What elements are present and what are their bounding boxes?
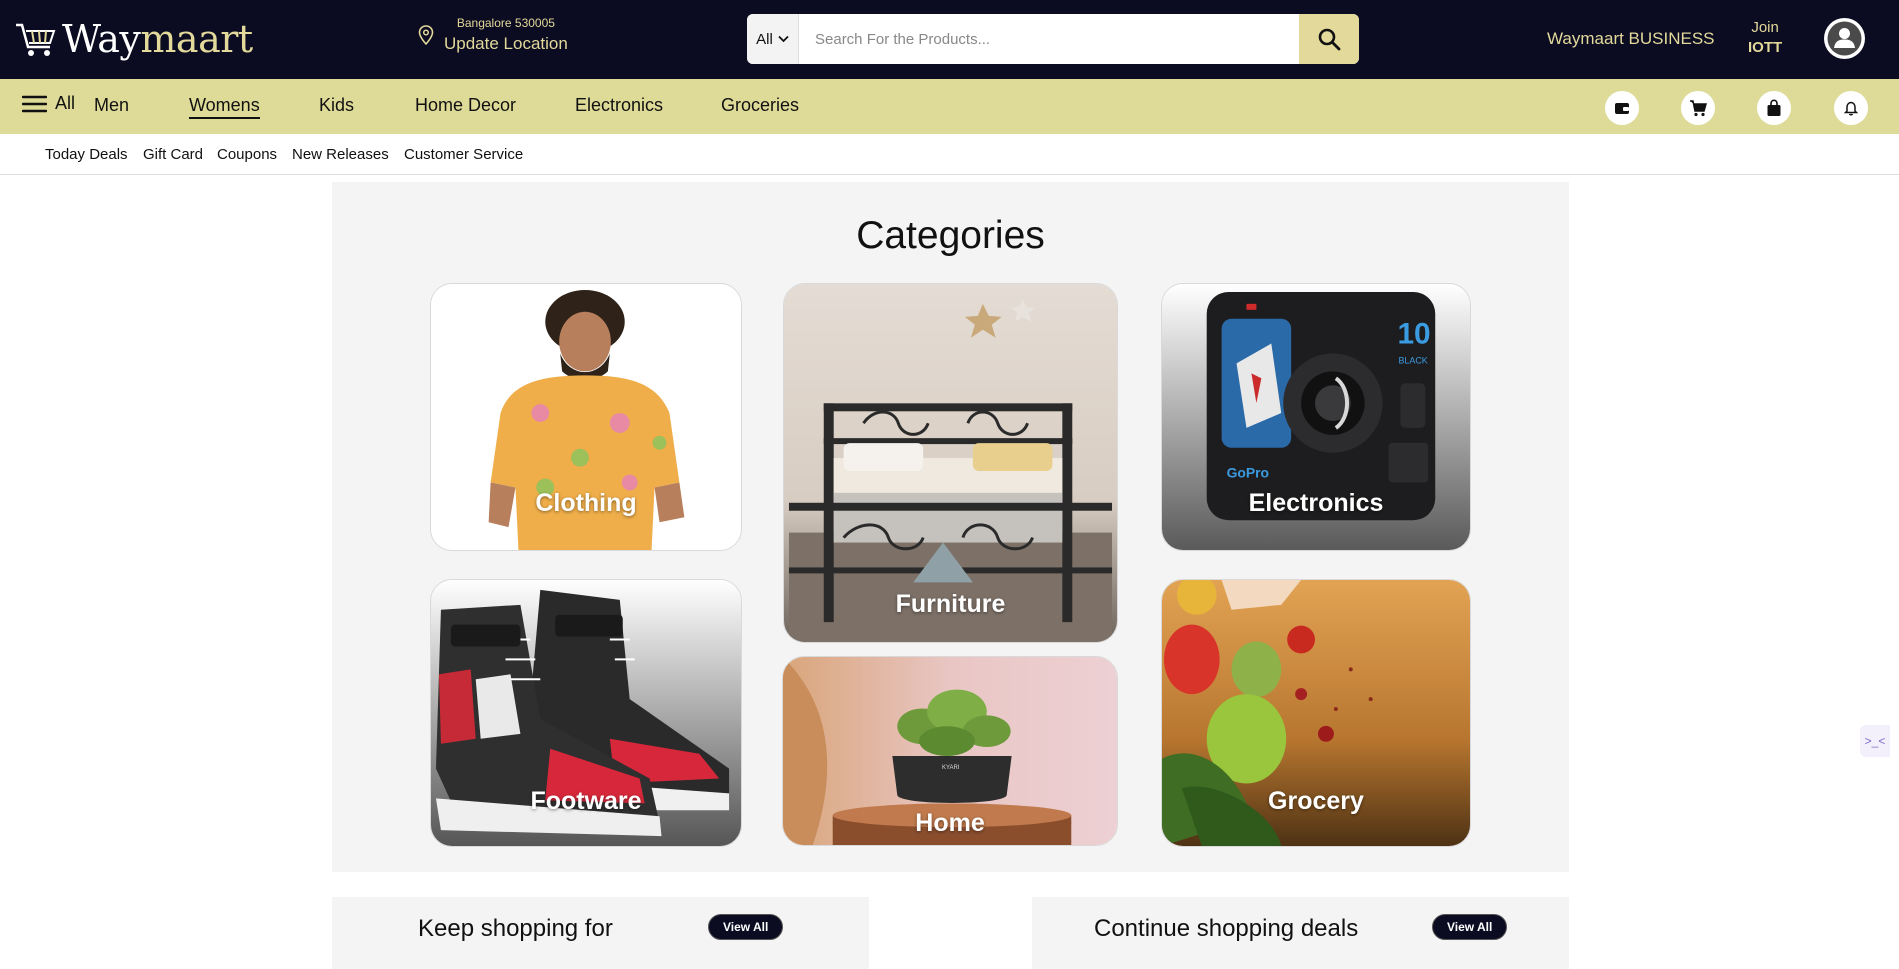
- category-label-grocery: Grocery: [1268, 787, 1364, 815]
- location-selector[interactable]: Bangalore 530005 Update Location: [418, 16, 568, 54]
- category-tile-home[interactable]: KYARI Home: [782, 656, 1118, 846]
- continue-shopping-section: Continue shopping deals View All: [1032, 897, 1569, 969]
- bag-button[interactable]: [1757, 91, 1791, 125]
- bell-icon: [1844, 101, 1858, 116]
- category-label-furniture: Furniture: [895, 590, 1006, 618]
- continue-shopping-view-all-button[interactable]: View All: [1432, 914, 1508, 940]
- nav-item-men[interactable]: Men: [94, 95, 129, 116]
- cart-button[interactable]: [1681, 91, 1715, 125]
- keep-shopping-view-all-button[interactable]: View All: [708, 914, 784, 940]
- subnav-coupons[interactable]: Coupons: [217, 146, 277, 163]
- logo[interactable]: Waymaart: [14, 14, 253, 64]
- subnav-gift-card[interactable]: Gift Card: [143, 146, 203, 163]
- category-tile-electronics[interactable]: 10 BLACK GoPro Electronics: [1161, 283, 1471, 551]
- notifications-button[interactable]: [1834, 91, 1868, 125]
- location-address: Bangalore 530005: [456, 16, 555, 30]
- cart-icon: [1690, 99, 1707, 116]
- keep-shopping-title: Keep shopping for: [418, 915, 613, 942]
- bag-icon: [1767, 99, 1781, 116]
- continue-shopping-title: Continue shopping deals: [1094, 915, 1359, 942]
- category-label-home: Home: [915, 809, 985, 837]
- subnav-customer-service[interactable]: Customer Service: [404, 146, 523, 163]
- furniture-image: [784, 284, 1117, 642]
- secondary-navbar: Today Deals Gift Card Coupons New Releas…: [0, 134, 1899, 175]
- nav-item-home-decor[interactable]: Home Decor: [415, 95, 516, 116]
- categories-section: Categories Clothing Furniture 10 BLACK G…: [332, 182, 1569, 872]
- search-button[interactable]: [1299, 14, 1359, 64]
- category-label-footware: Footware: [530, 787, 642, 815]
- category-label-clothing: Clothing: [535, 489, 637, 517]
- account-avatar[interactable]: [1824, 18, 1865, 59]
- subnav-today-deals[interactable]: Today Deals: [45, 146, 128, 163]
- category-navbar: All Men Womens Kids Home Decor Electroni…: [0, 79, 1899, 134]
- nav-item-womens[interactable]: Womens: [189, 95, 260, 119]
- category-label-electronics: Electronics: [1248, 489, 1384, 517]
- user-icon: [1827, 21, 1862, 56]
- nav-item-groceries[interactable]: Groceries: [721, 95, 799, 116]
- wallet-button[interactable]: [1605, 91, 1639, 125]
- business-link[interactable]: Waymaart BUSINESS: [1547, 29, 1715, 49]
- categories-title: Categories: [856, 214, 1045, 257]
- hamburger-icon: [22, 95, 47, 112]
- svg-text:GoPro: GoPro: [1227, 465, 1269, 481]
- update-location-link[interactable]: Update Location: [444, 34, 568, 54]
- logo-text: Waymaart: [62, 17, 253, 61]
- category-tile-footware[interactable]: Footware: [430, 579, 742, 847]
- svg-text:KYARI: KYARI: [942, 765, 960, 771]
- chevron-down-icon: [778, 35, 789, 43]
- join-link[interactable]: Join IOTT: [1748, 19, 1782, 56]
- location-pin-icon: [418, 25, 434, 45]
- search-category-select[interactable]: All: [747, 14, 799, 64]
- search-bar: All: [747, 14, 1359, 64]
- category-tile-clothing[interactable]: Clothing: [430, 283, 742, 551]
- search-input[interactable]: [799, 14, 1299, 64]
- keep-shopping-section: Keep shopping for View All: [332, 897, 869, 969]
- nav-item-electronics[interactable]: Electronics: [575, 95, 663, 116]
- category-tile-furniture[interactable]: Furniture: [783, 283, 1118, 643]
- svg-text:10: 10: [1397, 318, 1430, 351]
- nav-item-kids[interactable]: Kids: [319, 95, 354, 116]
- all-menu-button[interactable]: All: [22, 93, 75, 114]
- wallet-icon: [1615, 103, 1629, 114]
- chat-widget-tab[interactable]: >_<: [1860, 725, 1890, 757]
- svg-text:BLACK: BLACK: [1398, 355, 1427, 365]
- top-header: Waymaart Bangalore 530005 Update Locatio…: [0, 0, 1899, 79]
- subnav-new-releases[interactable]: New Releases: [292, 146, 389, 163]
- category-tile-grocery[interactable]: Grocery: [1161, 579, 1471, 847]
- cart-logo-icon: [16, 23, 56, 56]
- search-icon: [1318, 28, 1341, 51]
